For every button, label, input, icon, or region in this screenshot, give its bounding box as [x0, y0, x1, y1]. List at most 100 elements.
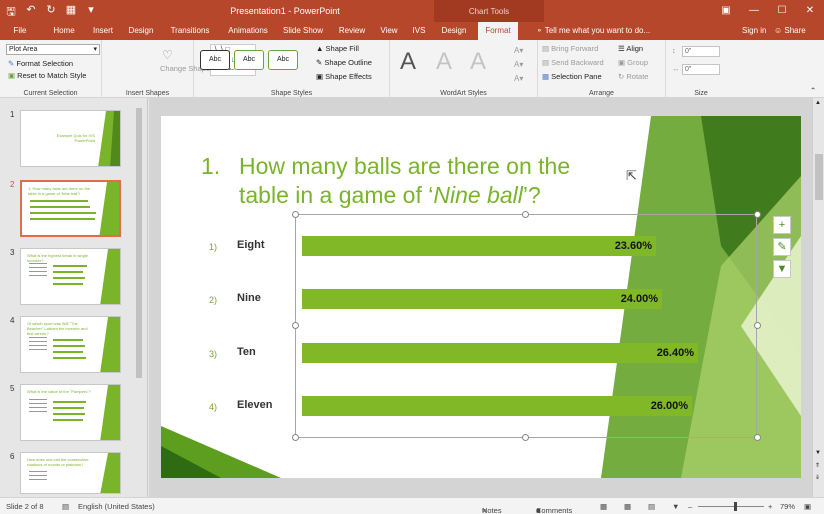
rotate-button[interactable]: ↻ Rotate — [618, 72, 648, 81]
tab-home[interactable]: Home — [48, 22, 80, 40]
resize-handle[interactable] — [754, 211, 761, 218]
chart-element-dropdown[interactable]: Plot Area ▾ — [6, 44, 100, 55]
answer-number: 2) — [209, 295, 218, 305]
tab-slide-show[interactable]: Slide Show — [280, 22, 326, 40]
tab-file[interactable]: File — [0, 22, 40, 40]
shape-height-input[interactable]: 0" — [682, 46, 720, 57]
answer-bar[interactable]: 24.00% — [302, 289, 662, 309]
previous-slide-icon[interactable]: ⇑ — [815, 462, 820, 469]
shape-style-preset[interactable]: Abc — [268, 50, 298, 70]
window-title: Presentation1 - PowerPoint — [230, 6, 340, 16]
zoom-slider[interactable] — [698, 506, 764, 507]
zoom-in-icon[interactable]: + — [768, 502, 772, 511]
resize-handle[interactable] — [292, 211, 299, 218]
shape-fill-button[interactable]: ▲ Shape Fill — [316, 44, 359, 53]
tell-me-search[interactable]: ⚬ Tell me what you want to do... — [536, 26, 650, 35]
bring-forward-button[interactable]: ▤ Bring Forward — [542, 44, 598, 53]
slide-sorter-icon[interactable]: ▦ — [624, 502, 631, 511]
arrange-group: ▤ Bring Forward ▤ Send Backward ▦ Select… — [538, 40, 666, 98]
slide-thumbnail[interactable]: Of which sport was Will "The Beacher" La… — [20, 316, 121, 373]
group-button[interactable]: ▣ Group — [618, 58, 648, 67]
resize-handle[interactable] — [292, 434, 299, 441]
close-icon[interactable]: ✕ — [796, 0, 824, 22]
slide-thumbnail[interactable]: Example Quiz for IVS PowerPoint — [20, 110, 121, 167]
thumbnail-scrollbar[interactable] — [134, 98, 144, 497]
tab-review[interactable]: Review — [334, 22, 370, 40]
align-button[interactable]: ☰ Align — [618, 44, 643, 53]
thumbnail-number: 2 — [10, 180, 15, 189]
tab-animations[interactable]: Animations — [222, 22, 274, 40]
answer-bar[interactable]: 26.40% — [302, 343, 698, 363]
slide-thumbnail[interactable]: 1. How many balls are there on the table… — [20, 180, 121, 237]
shape-style-preset[interactable]: Abc — [200, 50, 230, 70]
start-from-beginning-icon[interactable]: ▦ — [64, 3, 78, 22]
resize-handle[interactable] — [754, 434, 761, 441]
answer-percentage: 23.60% — [614, 240, 652, 252]
answer-bar[interactable]: 26.00% — [302, 396, 692, 416]
normal-view-icon[interactable]: ▦ — [600, 502, 607, 511]
slide-thumbnail[interactable]: What is the value of the "Pampers"? — [20, 384, 121, 441]
thumbnail-title: How does one call the consecutive rotati… — [27, 457, 89, 467]
collapse-ribbon-icon[interactable]: ⌃ — [810, 86, 816, 95]
save-icon[interactable]: 🖫 — [4, 3, 18, 22]
language-indicator[interactable]: English (United States) — [78, 502, 155, 511]
fit-slide-icon[interactable]: ▣ — [804, 502, 811, 511]
text-fill-icon[interactable]: A▾ — [514, 46, 523, 55]
tab-format[interactable]: Format — [478, 22, 518, 40]
customize-icon[interactable]: ▾ — [84, 3, 98, 22]
wordart-style[interactable]: A — [400, 48, 416, 76]
resize-handle[interactable] — [522, 434, 529, 441]
undo-icon[interactable]: ↶ — [24, 3, 38, 22]
scrollbar-thumb[interactable] — [136, 108, 142, 378]
chart-styles-icon[interactable]: ✎ — [773, 238, 791, 256]
ribbon-tabs: File Home Insert Design Transitions Anim… — [0, 22, 824, 40]
answer-bar[interactable]: 23.60% — [302, 236, 656, 256]
slide-scrollbar[interactable]: ▲ ▼ ⇑ ⇓ — [812, 98, 824, 497]
resize-handle[interactable] — [292, 322, 299, 329]
zoom-slider-thumb[interactable] — [734, 502, 737, 511]
reset-to-match-style-button[interactable]: ▣ Reset to Match Style — [8, 71, 86, 80]
text-outline-icon[interactable]: A▾ — [514, 60, 523, 69]
spell-check-icon[interactable]: ▤ — [62, 502, 69, 511]
scroll-down-icon[interactable]: ▼ — [815, 450, 821, 456]
ribbon-display-icon[interactable]: ▣ — [712, 0, 740, 22]
share-button[interactable]: ☺ Share — [774, 26, 806, 35]
resize-handle[interactable] — [754, 322, 761, 329]
question-title[interactable]: 1. How many balls are there on the table … — [201, 152, 641, 210]
chart-elements-icon[interactable]: + — [773, 216, 791, 234]
sign-in-link[interactable]: Sign in — [742, 26, 766, 35]
tab-transitions[interactable]: Transitions — [164, 22, 216, 40]
reading-view-icon[interactable]: ▤ — [648, 502, 655, 511]
resize-handle[interactable] — [522, 211, 529, 218]
chart-filters-icon[interactable]: ▼ — [773, 260, 791, 278]
minimize-icon[interactable]: — — [740, 0, 768, 22]
tab-chart-design[interactable]: Design — [436, 22, 472, 40]
selection-pane-button[interactable]: ▦ Selection Pane — [542, 72, 602, 81]
tab-insert[interactable]: Insert — [86, 22, 120, 40]
slide-show-icon[interactable]: ▼ — [672, 502, 679, 511]
scroll-up-icon[interactable]: ▲ — [815, 100, 821, 106]
zoom-level[interactable]: 79% — [780, 502, 795, 511]
thumbnail-lines — [29, 399, 47, 415]
tab-ivs[interactable]: IVS — [408, 22, 430, 40]
insert-shapes-group: ∖∖□∟∟∟↼↼↼ ♡ Change Shape Insert Shapes — [102, 40, 256, 98]
wordart-style[interactable]: A — [436, 48, 452, 76]
shape-outline-button[interactable]: ✎ Shape Outline — [316, 58, 372, 67]
tab-view[interactable]: View — [376, 22, 402, 40]
scrollbar-thumb[interactable] — [815, 154, 823, 200]
shape-style-preset[interactable]: Abc — [234, 50, 264, 70]
shape-width-input[interactable]: 0" — [682, 64, 720, 75]
next-slide-icon[interactable]: ⇓ — [815, 474, 820, 481]
redo-icon[interactable]: ↻ — [44, 3, 58, 22]
wordart-style[interactable]: A — [470, 48, 486, 76]
slide-canvas[interactable]: 1. How many balls are there on the table … — [161, 116, 801, 478]
slide-thumbnail[interactable]: What is the highest break in single snoo… — [20, 248, 121, 305]
tab-design[interactable]: Design — [124, 22, 158, 40]
maximize-icon[interactable]: ☐ — [768, 0, 796, 22]
slide-thumbnail[interactable]: How does one call the consecutive rotati… — [20, 452, 121, 494]
format-selection-button[interactable]: ✎ Format Selection — [8, 59, 73, 68]
shape-effects-button[interactable]: ▣ Shape Effects — [316, 72, 372, 81]
send-backward-button[interactable]: ▤ Send Backward — [542, 58, 604, 67]
zoom-out-icon[interactable]: – — [688, 502, 692, 511]
text-effects-icon[interactable]: A▾ — [514, 74, 523, 83]
